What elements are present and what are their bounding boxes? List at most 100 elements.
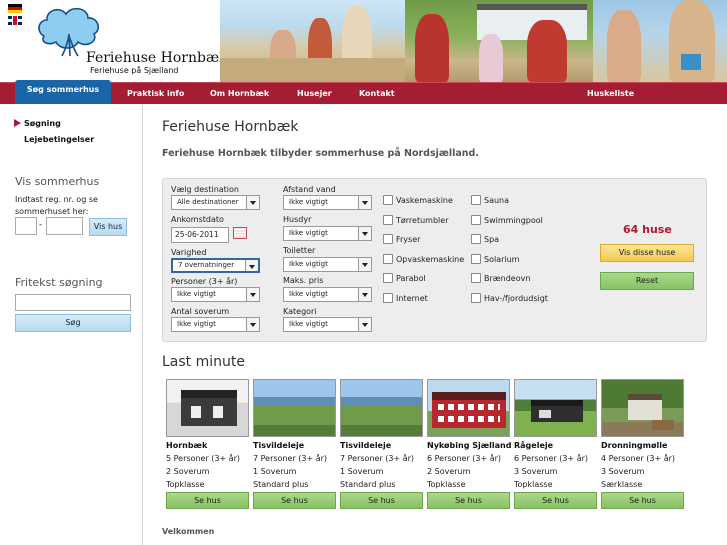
- category-value: Ikke vigtigt: [289, 320, 328, 328]
- house-rooms: 2 Soverum: [166, 467, 210, 476]
- show-houses-button[interactable]: Vis disse huse: [600, 244, 694, 262]
- sidebar: Søgning Lejebetingelser Vis sommerhus In…: [0, 104, 143, 545]
- nav-item-huskeliste[interactable]: Huskeliste: [587, 86, 634, 107]
- amenity-parabol[interactable]: Parabol: [383, 273, 426, 283]
- see-house-button[interactable]: Se hus: [601, 492, 684, 509]
- checkbox-icon: [383, 254, 393, 264]
- reg-number-input[interactable]: [46, 217, 83, 235]
- duration-select[interactable]: 7 overnatninger: [171, 258, 260, 273]
- house-rooms: 3 Soverum: [514, 467, 558, 476]
- amenity-swimmingpool[interactable]: Swimmingpool: [471, 215, 543, 225]
- house-photo[interactable]: [601, 379, 684, 437]
- amenity-internet[interactable]: Internet: [383, 293, 428, 303]
- category-select[interactable]: Ikke vigtigt: [283, 317, 372, 332]
- checkbox-icon: [471, 293, 481, 303]
- house-rooms: 2 Soverum: [427, 467, 471, 476]
- see-house-button[interactable]: Se hus: [340, 492, 423, 509]
- nav-item-om-hornbaek[interactable]: Om Hornbæk: [210, 86, 269, 107]
- house-photo[interactable]: [166, 379, 249, 437]
- price-select[interactable]: Ikke vigtigt: [283, 287, 372, 302]
- checkbox-icon: [383, 215, 393, 225]
- house-persons: 7 Personer (3+ år): [340, 454, 415, 463]
- header-photo-garden: [405, 0, 593, 82]
- water-select[interactable]: Ikke vigtigt: [283, 195, 372, 210]
- reset-button[interactable]: Reset: [600, 272, 694, 290]
- soeg-button[interactable]: Søg: [15, 314, 131, 332]
- chevron-down-icon: [246, 288, 259, 301]
- house-persons: 5 Personer (3+ år): [166, 454, 241, 463]
- house-rooms: 3 Soverum: [601, 467, 645, 476]
- see-house-button[interactable]: Se hus: [166, 492, 249, 509]
- fritekst-heading: Fritekst søgning: [15, 276, 103, 289]
- amenity-label: Brændeovn: [484, 274, 531, 283]
- arrival-date-input[interactable]: 25-06-2011: [171, 227, 229, 243]
- pets-select[interactable]: Ikke vigtigt: [283, 226, 372, 241]
- search-panel: Vælg destination Alle destinationer Anko…: [162, 178, 707, 342]
- last-minute-heading: Last minute: [162, 354, 245, 370]
- checkbox-icon: [383, 234, 393, 244]
- welcome-heading: Velkommen: [162, 527, 215, 536]
- reg-separator: -: [39, 220, 43, 230]
- house-class: Topklasse: [427, 480, 466, 489]
- amenity-fryser[interactable]: Fryser: [383, 234, 420, 244]
- amenity-havudsigt[interactable]: Hav-/fjordudsigt: [471, 293, 548, 303]
- sidebar-item-soegning[interactable]: Søgning: [14, 119, 61, 128]
- rooms-select[interactable]: Ikke vigtigt: [171, 317, 260, 332]
- vis-hus-button[interactable]: Vis hus: [89, 218, 127, 236]
- duration-label: Varighed: [171, 248, 207, 257]
- toilets-value: Ikke vigtigt: [289, 260, 328, 268]
- english-flag-icon[interactable]: [8, 16, 22, 25]
- header-photo-family: [593, 0, 727, 82]
- toilets-select[interactable]: Ikke vigtigt: [283, 257, 372, 272]
- brand-name: Feriehuse Hornbæk: [86, 50, 228, 66]
- house-photo[interactable]: [514, 379, 597, 437]
- amenity-sauna[interactable]: Sauna: [471, 195, 509, 205]
- rooms-value: Ikke vigtigt: [177, 320, 216, 328]
- reg-prefix-input[interactable]: [15, 217, 37, 235]
- category-label: Kategori: [283, 307, 317, 316]
- page-title: Feriehuse Hornbæk: [162, 119, 299, 135]
- page-intro: Feriehuse Hornbæk tilbyder sommerhuse på…: [162, 148, 479, 159]
- persons-select[interactable]: Ikke vigtigt: [171, 287, 260, 302]
- see-house-button[interactable]: Se hus: [427, 492, 510, 509]
- checkbox-icon: [471, 254, 481, 264]
- sidebar-item-lejebetingelser[interactable]: Lejebetingelser: [24, 135, 94, 144]
- house-rooms: 1 Soverum: [340, 467, 384, 476]
- amenity-label: Swimmingpool: [484, 216, 543, 225]
- last-minute-card: Nykøbing Sjælland 6 Personer (3+ år) 2 S…: [427, 379, 511, 509]
- destination-select[interactable]: Alle destinationer: [171, 195, 260, 210]
- nav-item-soeg-sommerhus[interactable]: Søg sommerhus: [15, 80, 111, 102]
- fritekst-input[interactable]: [15, 294, 131, 311]
- calendar-icon[interactable]: [233, 227, 247, 239]
- house-photo[interactable]: [427, 379, 510, 437]
- chevron-down-icon: [246, 318, 259, 331]
- rooms-label: Antal soverum: [171, 307, 230, 316]
- amenity-vaskemaskine[interactable]: Vaskemaskine: [383, 195, 453, 205]
- last-minute-card: Tisvildeleje 7 Personer (3+ år) 1 Soveru…: [253, 379, 336, 509]
- amenity-label: Opvaskemaskine: [396, 255, 465, 264]
- house-persons: 7 Personer (3+ år): [253, 454, 328, 463]
- see-house-button[interactable]: Se hus: [253, 492, 336, 509]
- header: Feriehuse Hornbæk Feriehuse på Sjælland: [0, 0, 727, 82]
- house-class: Topklasse: [166, 480, 205, 489]
- amenity-toerretumbler[interactable]: Tørretumbler: [383, 215, 448, 225]
- nav-item-husejer[interactable]: Husejer: [297, 86, 332, 107]
- checkbox-icon: [471, 234, 481, 244]
- amenity-solarium[interactable]: Solarium: [471, 254, 519, 264]
- nav-item-kontakt[interactable]: Kontakt: [359, 86, 395, 107]
- amenity-label: Spa: [484, 235, 500, 244]
- house-photo[interactable]: [340, 379, 423, 437]
- house-photo[interactable]: [253, 379, 336, 437]
- see-house-button[interactable]: Se hus: [514, 492, 597, 509]
- last-minute-card: Rågeleje 6 Personer (3+ år) 3 Soverum To…: [514, 379, 597, 509]
- duration-value: 7 overnatninger: [178, 261, 235, 269]
- house-location: Rågeleje: [514, 441, 554, 450]
- amenity-braendeovn[interactable]: Brændeovn: [471, 273, 530, 283]
- amenity-opvaskemaskine[interactable]: Opvaskemaskine: [383, 254, 464, 264]
- german-flag-icon[interactable]: [8, 4, 22, 13]
- amenity-label: Parabol: [396, 274, 426, 283]
- amenity-spa[interactable]: Spa: [471, 234, 499, 244]
- house-location: Tisvildeleje: [253, 441, 305, 450]
- amenity-label: Internet: [396, 294, 428, 303]
- persons-label: Personer (3+ år): [171, 277, 238, 286]
